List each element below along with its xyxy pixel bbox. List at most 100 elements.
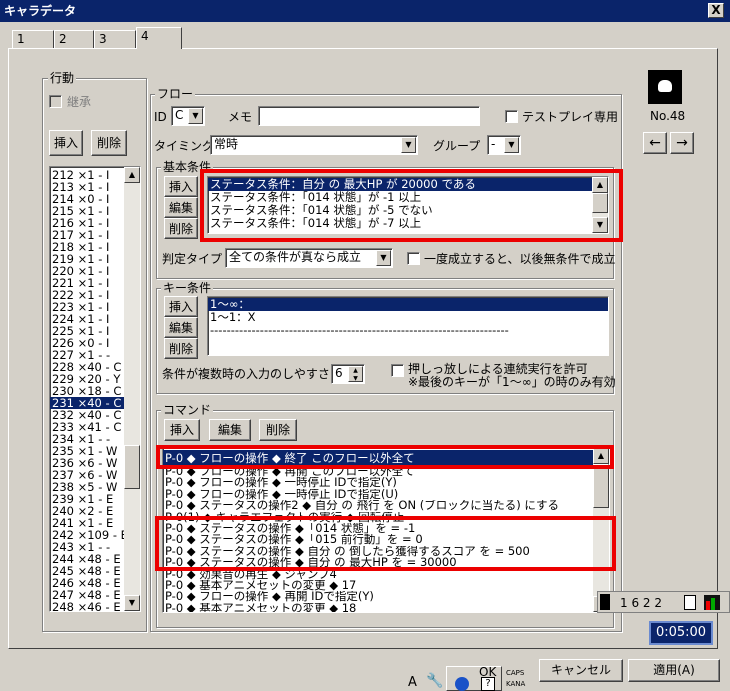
command-item[interactable]: P-0 ◆ 効果音の再生 ◆ ジャンプ4 [163, 569, 593, 580]
testplay-checkbox[interactable] [505, 110, 518, 123]
action-list-item[interactable]: 240 ×2 - E [50, 505, 124, 517]
action-list-item[interactable]: 239 ×1 - E [50, 493, 124, 505]
action-list-item[interactable]: 215 ×1 - I [50, 205, 124, 217]
action-list-item[interactable]: 221 ×1 - I [50, 277, 124, 289]
scroll-thumb[interactable] [592, 193, 608, 213]
action-list-item[interactable]: 237 ×6 - W [50, 469, 124, 481]
action-list-item[interactable]: 236 ×6 - W [50, 457, 124, 469]
key-condition-item[interactable]: ----------------------------------------… [208, 324, 608, 337]
basic-condition-item[interactable]: ステータス条件：自分 の 最大HP が 20000 である [208, 178, 592, 191]
tab-2[interactable]: 2 [54, 30, 94, 48]
action-list-item[interactable]: 234 ×1 - - [50, 433, 124, 445]
cancel-button[interactable]: キャンセル [539, 659, 623, 682]
tab-3[interactable]: 3 [94, 30, 136, 48]
action-list-item[interactable]: 232 ×40 - C [50, 409, 124, 421]
action-list-item[interactable]: 230 ×18 - C [50, 385, 124, 397]
basic-insert-button[interactable]: 挿入 [164, 176, 198, 197]
ime-a-icon[interactable]: A [408, 676, 417, 690]
action-list-item[interactable]: 229 ×20 - Y [50, 373, 124, 385]
group-dropdown[interactable]: - ▼ [487, 135, 521, 155]
action-list-item[interactable]: 217 ×1 - I [50, 229, 124, 241]
action-list-item[interactable]: 228 ×40 - C [50, 361, 124, 373]
scroll-thumb[interactable] [593, 464, 609, 508]
command-insert-button[interactable]: 挿入 [164, 419, 200, 441]
action-list-item[interactable]: 220 ×1 - I [50, 265, 124, 277]
action-list-scrollbar[interactable]: ▲ ▼ [124, 167, 140, 611]
action-list-item[interactable]: 224 ×1 - I [50, 313, 124, 325]
command-list-scrollbar[interactable]: ▲ ▼ [593, 448, 609, 612]
scroll-up-icon[interactable]: ▲ [592, 177, 608, 193]
apply-button[interactable]: 適用(A) [628, 659, 720, 682]
chevron-down-icon[interactable]: ▼ [401, 137, 416, 153]
scroll-down-icon[interactable]: ▼ [592, 217, 608, 233]
action-list-item[interactable]: 226 ×0 - I [50, 337, 124, 349]
command-item[interactable]: P-0 ◆ 基本アニメセットの変更 ◆ 17 [163, 580, 593, 591]
command-item[interactable]: P-0 ◆ 基本アニメセットの変更 ◆ 18 [163, 603, 593, 612]
action-list-item[interactable]: 243 ×1 - - [50, 541, 124, 553]
action-delete-button[interactable]: 削除 [91, 130, 127, 156]
command-item[interactable]: P-0 ◆ ステータスの操作 ◆ 自分 の 最大HP を = 30000 [163, 557, 593, 568]
action-list-item[interactable]: 241 ×1 - E [50, 517, 124, 529]
meter-icon[interactable] [704, 595, 720, 610]
inherit-checkbox[interactable] [49, 95, 62, 108]
action-list-item[interactable]: 219 ×1 - I [50, 253, 124, 265]
command-item[interactable]: P-0 ◆ ステータスの操作 ◆「015 前行動」を = 0 [163, 534, 593, 545]
command-item[interactable]: P-0 ◆ ステータスの操作 ◆「014 状態」を = -1 [163, 523, 593, 534]
key-condition-item[interactable]: 1～1：X [208, 311, 608, 324]
chevron-down-icon[interactable]: ▼ [376, 250, 391, 266]
hold-checkbox[interactable] [391, 364, 404, 377]
document-icon[interactable] [684, 595, 696, 610]
close-button[interactable]: X [708, 3, 724, 18]
once-checkbox[interactable] [407, 252, 420, 265]
tab-1[interactable]: 1 [12, 30, 54, 48]
basic-condition-item[interactable]: ステータス条件：「014 状態」が -1 以上 [208, 191, 592, 204]
basic-edit-button[interactable]: 編集 [164, 197, 198, 218]
action-list-item[interactable]: 246 ×48 - E [50, 577, 124, 589]
command-delete-button[interactable]: 削除 [259, 419, 297, 441]
help-icon[interactable]: ? [481, 677, 495, 691]
next-arrow-button[interactable]: → [670, 132, 694, 154]
command-item[interactable]: P-0 ◆ ステータスの操作2 ◆ 自分 の 飛行 を ON (ブロックに当たる… [163, 500, 593, 511]
action-list-item[interactable]: 214 ×0 - I [50, 193, 124, 205]
action-list-item[interactable]: 216 ×1 - I [50, 217, 124, 229]
action-list-item[interactable]: 247 ×48 - E [50, 589, 124, 601]
judge-dropdown[interactable]: 全ての条件が真なら成立 ▼ [225, 248, 393, 268]
basic-delete-button[interactable]: 削除 [164, 218, 198, 239]
action-insert-button[interactable]: 挿入 [49, 130, 83, 156]
command-item[interactable]: P-0 ◆ ステータスの操作 ◆ 自分 の 倒したら獲得するスコア を = 50… [163, 546, 593, 557]
action-list-item[interactable]: 222 ×1 - I [50, 289, 124, 301]
command-edit-button[interactable]: 編集 [209, 419, 251, 441]
basic-list-scrollbar[interactable]: ▲ ▼ [592, 177, 608, 233]
action-list-item[interactable]: 213 ×1 - I [50, 181, 124, 193]
action-list-item[interactable]: 223 ×1 - I [50, 301, 124, 313]
scroll-up-icon[interactable]: ▲ [593, 448, 609, 464]
action-list-item[interactable]: 225 ×1 - I [50, 325, 124, 337]
tab-4[interactable]: 4 [136, 27, 182, 49]
action-list-item[interactable]: 235 ×1 - W [50, 445, 124, 457]
action-list-item[interactable]: 233 ×41 - C [50, 421, 124, 433]
chevron-down-icon[interactable]: ▼ [188, 108, 203, 124]
key-edit-button[interactable]: 編集 [164, 317, 198, 338]
ease-spinner[interactable]: 6 ▲ ▼ [331, 364, 365, 384]
chevron-down-icon[interactable]: ▼ [504, 137, 519, 153]
action-list-item[interactable]: 231 ×40 - C [50, 397, 124, 409]
basic-condition-item[interactable]: ステータス条件：「014 状態」が -5 でない [208, 204, 592, 217]
key-condition-item[interactable]: 1～∞： [208, 298, 608, 311]
memo-input[interactable] [258, 106, 480, 126]
command-item[interactable]: P-0 ◆ フローの操作 ◆ 再開 IDで指定(Y) [163, 591, 593, 602]
timing-dropdown[interactable]: 常時 ▼ [210, 135, 418, 155]
scroll-up-icon[interactable]: ▲ [124, 167, 140, 183]
action-list-item[interactable]: 212 ×1 - I [50, 169, 124, 181]
command-item[interactable]: P-0 ◆ フローの操作 ◆ 終了 このフロー以外全て [163, 450, 593, 466]
command-list[interactable]: P-0 ◆ フローの操作 ◆ 終了 このフロー以外全て P-0 ◆ フローの操作 … [162, 447, 610, 613]
command-item[interactable]: P-0 ◆ フローの操作 ◆ 再開 このフロー以外全て [163, 466, 593, 477]
wrench-icon[interactable]: 🔧 [426, 674, 443, 688]
action-list-item[interactable]: 245 ×48 - E [50, 565, 124, 577]
key-insert-button[interactable]: 挿入 [164, 296, 198, 317]
key-conditions-list[interactable]: 1～∞： 1～1：X -------------------------------… [207, 296, 609, 356]
globe-icon[interactable] [455, 677, 469, 691]
action-list-item[interactable]: 238 ×5 - W [50, 481, 124, 493]
basic-conditions-list[interactable]: ステータス条件：自分 の 最大HP が 20000 である ステータス条件：「01… [207, 176, 609, 234]
key-delete-button[interactable]: 削除 [164, 338, 198, 359]
action-list-item[interactable]: 248 ×46 - E [50, 601, 124, 611]
